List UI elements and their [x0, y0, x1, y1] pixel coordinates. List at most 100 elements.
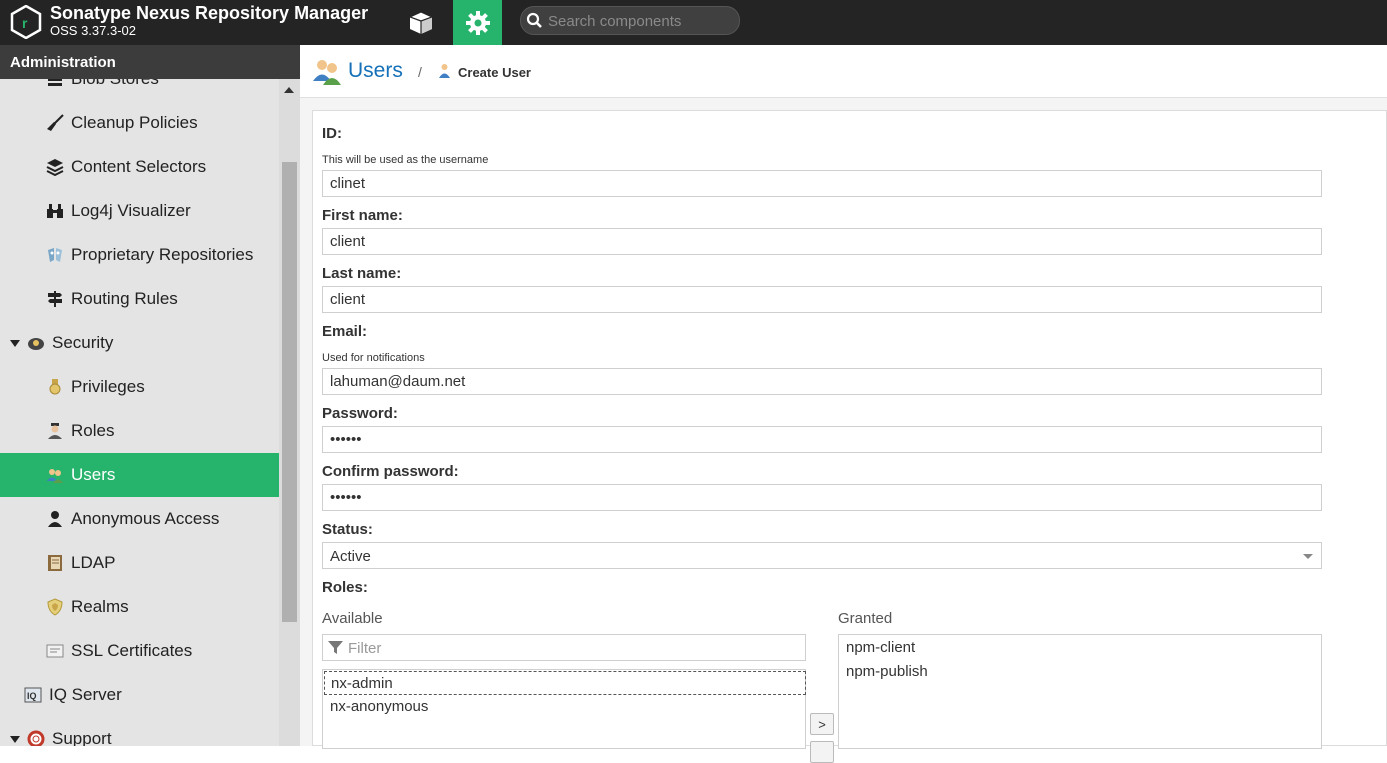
email-label: Email: [322, 323, 368, 340]
granted-roles-list: npm-client npm-publish [838, 634, 1322, 749]
sidebar-item-label: Privileges [71, 377, 145, 396]
sidebar-item-routing-rules[interactable]: Routing Rules [0, 277, 279, 321]
breadcrumb: Users / Create User [300, 45, 1387, 98]
sidebar-item-anonymous-access[interactable]: Anonymous Access [0, 497, 279, 541]
sidebar-item-label: Proprietary Repositories [71, 245, 254, 264]
administration-button[interactable] [453, 0, 502, 45]
certificate-icon [46, 642, 64, 660]
sidebar-item-proprietary-repositories[interactable]: Proprietary Repositories [0, 233, 279, 277]
sidebar-item-support[interactable]: Support [0, 717, 279, 746]
sidebar-item-label: Users [71, 465, 116, 484]
id-hint: This will be used as the username [322, 154, 489, 166]
sidebar-item-log4j-visualizer[interactable]: Log4j Visualizer [0, 189, 279, 233]
sidebar-item-blob-stores[interactable]: Blob Stores [0, 79, 279, 101]
roles-label: Roles: [322, 579, 368, 596]
search-box[interactable] [520, 6, 740, 35]
sidebar-item-security[interactable]: Security [0, 321, 279, 365]
sidebar-item-privileges[interactable]: Privileges [0, 365, 279, 409]
main-content: Users / Create User ID: This will be use… [300, 45, 1387, 763]
sidebar-item-label: Routing Rules [71, 289, 178, 308]
svg-text:r: r [22, 15, 28, 31]
sidebar-item-label: Realms [71, 597, 129, 616]
search-input[interactable] [548, 11, 733, 31]
breadcrumb-separator: / [418, 64, 422, 80]
search-icon [526, 12, 542, 28]
email-field[interactable] [322, 368, 1322, 395]
iq-icon: IQ [24, 686, 42, 704]
status-selected-value: Active [330, 548, 371, 565]
list-item[interactable]: npm-client [846, 639, 915, 656]
medal-icon [46, 378, 64, 396]
signpost-icon [46, 290, 64, 308]
database-icon [46, 79, 64, 88]
filter-icon [328, 641, 343, 654]
confirm-password-label: Confirm password: [322, 463, 459, 480]
remove-role-button[interactable] [810, 741, 834, 763]
role-icon [46, 422, 64, 440]
sidebar-item-ldap[interactable]: LDAP [0, 541, 279, 585]
top-bar: r Sonatype Nexus Repository Manager OSS … [0, 0, 1387, 45]
create-user-form: ID: This will be used as the username Fi… [312, 110, 1387, 763]
nexus-logo-icon: r [10, 5, 42, 39]
user-icon [439, 64, 450, 78]
nav-list: Blob Stores Cleanup Policies Content Sel… [0, 79, 279, 746]
sidebar-item-label: Anonymous Access [71, 509, 220, 528]
book-icon [46, 554, 64, 572]
sidebar-item-realms[interactable]: Realms [0, 585, 279, 629]
sidebar-item-label: Blob Stores [71, 79, 159, 89]
sidebar-item-content-selectors[interactable]: Content Selectors [0, 145, 279, 189]
sidebar-scrollbar[interactable] [279, 79, 300, 746]
broom-icon [46, 114, 64, 132]
users-icon [313, 60, 341, 85]
lifebuoy-icon [27, 730, 45, 746]
sidebar-item-label: Security [52, 333, 114, 352]
list-item[interactable]: nx-anonymous [330, 698, 428, 715]
binoculars-icon [46, 202, 64, 220]
status-select[interactable]: Active [322, 542, 1322, 569]
sidebar-item-label: LDAP [71, 553, 116, 572]
sidebar-item-cleanup-policies[interactable]: Cleanup Policies [0, 101, 279, 145]
sidebar-item-iq-server[interactable]: IQ IQ Server [0, 673, 279, 717]
sidebar-item-label: Roles [71, 421, 115, 440]
chevron-right-icon: > [818, 716, 826, 732]
scroll-up-arrow-icon[interactable] [284, 87, 294, 93]
first-name-label: First name: [322, 207, 403, 224]
breadcrumb-users-link[interactable]: Users [348, 59, 403, 83]
status-label: Status: [322, 521, 373, 538]
sidebar-item-ssl-certificates[interactable]: SSL Certificates [0, 629, 279, 673]
sidebar-item-label: SSL Certificates [71, 641, 193, 660]
person-icon [46, 510, 64, 528]
password-field[interactable] [322, 426, 1322, 453]
shield-icon [46, 598, 64, 616]
sidebar-item-label: IQ Server [49, 685, 122, 704]
password-label: Password: [322, 405, 398, 422]
sidebar-item-roles[interactable]: Roles [0, 409, 279, 453]
cube-icon [407, 10, 434, 34]
list-item[interactable]: nx-admin [324, 671, 806, 695]
list-item[interactable]: npm-publish [846, 663, 928, 680]
app-version: OSS 3.37.3-02 [50, 23, 136, 38]
chevron-down-icon[interactable] [10, 735, 20, 743]
sidebar-item-users[interactable]: Users [0, 453, 279, 497]
last-name-field[interactable] [322, 286, 1322, 313]
sidebar-item-label: Content Selectors [71, 157, 207, 176]
id-label: ID: [322, 125, 342, 142]
proprietary-icon [46, 246, 64, 264]
chevron-down-icon[interactable] [10, 339, 20, 347]
sidebar-item-label: Log4j Visualizer [71, 201, 191, 220]
last-name-label: Last name: [322, 265, 402, 282]
gear-icon [465, 10, 490, 35]
add-role-button[interactable]: > [810, 713, 834, 735]
roles-filter[interactable] [322, 634, 806, 661]
confirm-password-field[interactable] [322, 484, 1322, 511]
app-title: Sonatype Nexus Repository Manager [50, 3, 369, 23]
available-roles-list: nx-admin nx-anonymous [322, 669, 806, 749]
filter-input[interactable] [348, 638, 788, 658]
browse-button[interactable] [398, 0, 443, 45]
scrollbar-thumb[interactable] [282, 162, 297, 622]
chevron-down-icon[interactable] [1303, 554, 1313, 559]
available-label: Available [322, 610, 383, 627]
id-field[interactable] [322, 170, 1322, 197]
sidebar: Administration Blob Stores Cleanup Polic… [0, 45, 300, 746]
first-name-field[interactable] [322, 228, 1322, 255]
